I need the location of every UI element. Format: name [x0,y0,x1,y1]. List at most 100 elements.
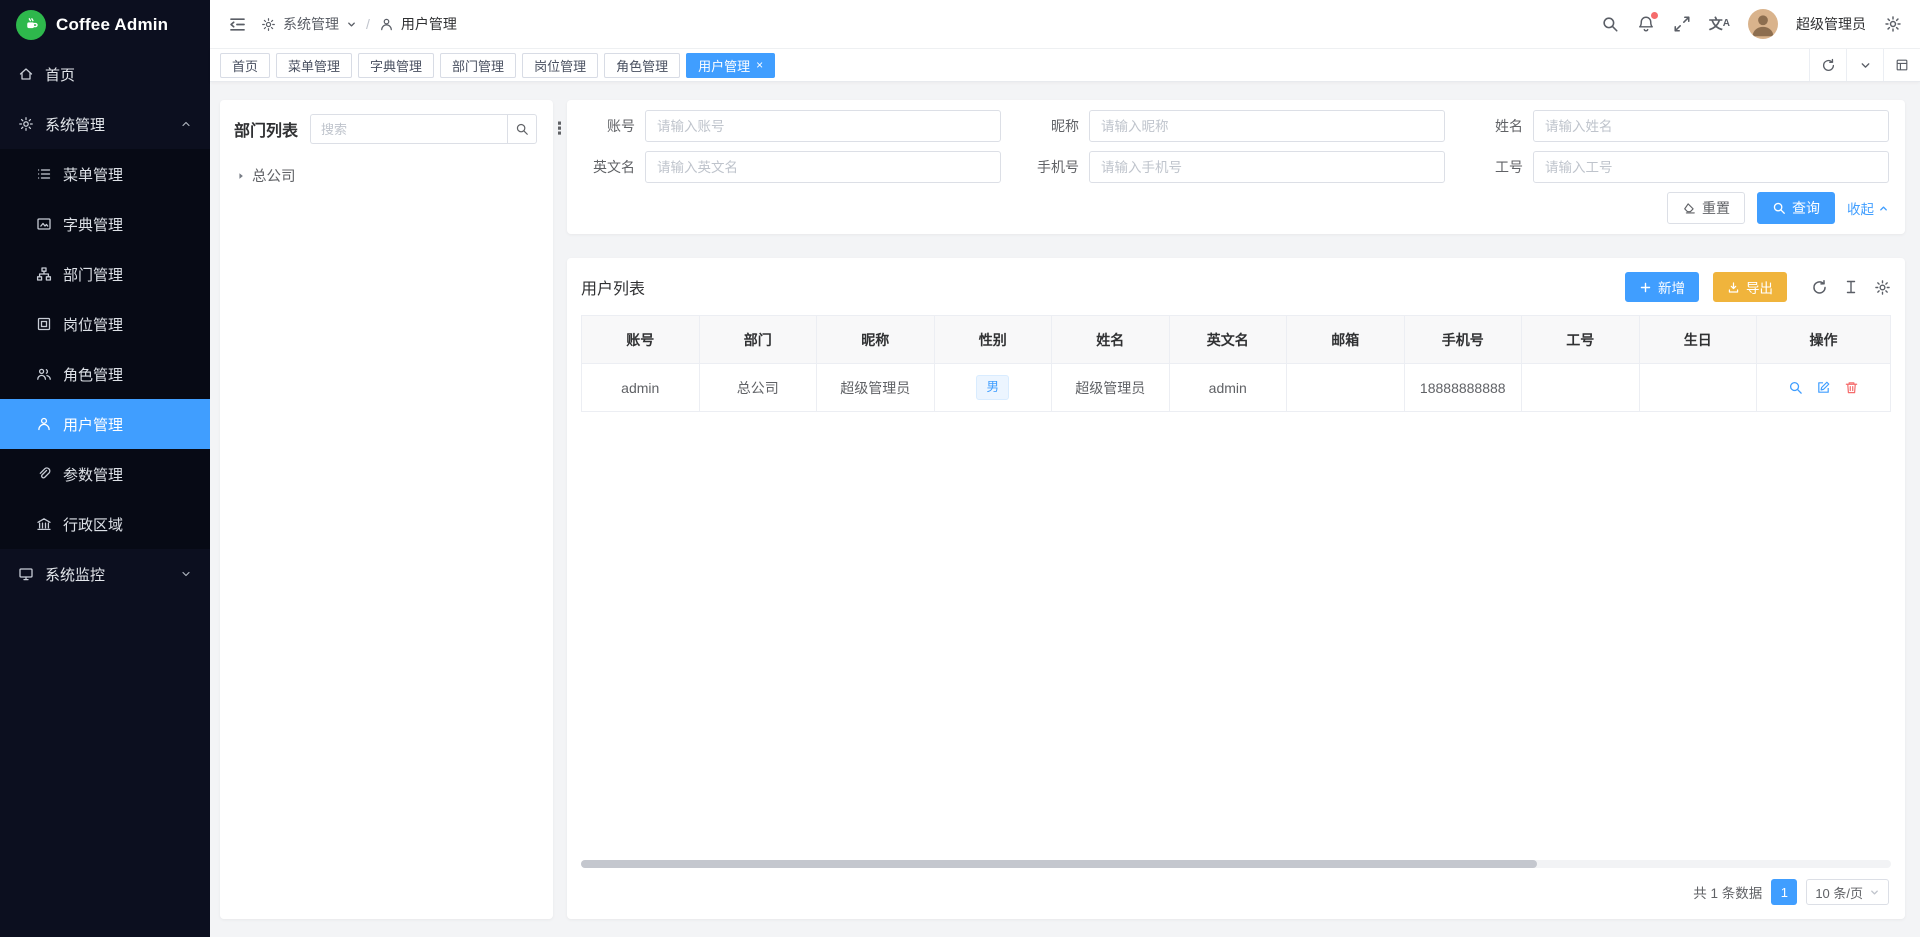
col-dept: 部门 [699,316,817,364]
export-button[interactable]: 导出 [1713,272,1787,302]
sidebar-item-label: 行政区域 [63,514,123,535]
name-input[interactable] [1533,110,1889,142]
sidebar-item-user-mgmt[interactable]: 用户管理 [0,399,210,449]
tab-menu-dropdown-button[interactable] [1846,49,1883,81]
collapse-form-link[interactable]: 收起 [1847,198,1889,218]
add-user-button[interactable]: 新增 [1625,272,1699,302]
page-number-button[interactable]: 1 [1771,879,1797,905]
form-actions: 重置 查询 收起 [583,192,1889,226]
refresh-table-button[interactable] [1811,279,1828,296]
en-name-input[interactable] [645,151,1001,183]
tab-role-mgmt[interactable]: 角色管理 [604,53,680,78]
breadcrumb-section[interactable]: 系统管理 [283,14,339,34]
field-label: 账号 [583,116,645,136]
tab-post-mgmt[interactable]: 岗位管理 [522,53,598,78]
app-logo[interactable]: Coffee Admin [0,0,210,49]
sidebar-group-monitor[interactable]: 系统监控 [0,549,210,599]
query-button[interactable]: 查询 [1757,192,1835,224]
tab-label: 角色管理 [616,56,668,75]
refresh-icon [1811,279,1828,296]
paperclip-icon [36,466,52,482]
breadcrumb-page: 用户管理 [401,14,457,34]
cell-name: 超级管理员 [1052,364,1170,412]
page-size-select[interactable]: 10 条/页 [1806,879,1889,905]
notifications-button[interactable] [1637,15,1655,33]
account-input[interactable] [645,110,1001,142]
work-no-input[interactable] [1533,151,1889,183]
department-search-input[interactable] [310,114,507,144]
refresh-tab-button[interactable] [1809,49,1846,81]
user-table-wrap: 账号 部门 昵称 性别 姓名 英文名 邮箱 手机号 工号 生日 操作 [581,315,1891,869]
cell-birthday [1639,364,1757,412]
language-switch-button[interactable]: 文A [1709,17,1730,31]
search-icon [1772,201,1786,215]
delete-row-button[interactable] [1844,380,1859,395]
gear-icon [1884,15,1902,33]
sidebar-item-param-mgmt[interactable]: 参数管理 [0,449,210,499]
search-icon [1601,15,1619,33]
row-operations [1763,380,1884,395]
caret-right-icon[interactable] [236,171,246,181]
scrollbar-thumb[interactable] [581,860,1537,868]
tab-tools [1809,49,1920,81]
user-list-header: 用户列表 新增 导出 [581,272,1891,302]
sidebar-item-post-mgmt[interactable]: 岗位管理 [0,299,210,349]
column-settings-button[interactable] [1843,279,1859,295]
chevron-up-icon [1878,203,1889,214]
collapse-sidebar-button[interactable] [228,15,247,34]
layout-toggle-button[interactable] [1883,49,1920,81]
collapse-label: 收起 [1847,198,1874,218]
col-en-name: 英文名 [1169,316,1287,364]
tab-menu-mgmt[interactable]: 菜单管理 [276,53,352,78]
reset-button[interactable]: 重置 [1667,192,1745,224]
sidebar-item-role-mgmt[interactable]: 角色管理 [0,349,210,399]
close-tab-icon[interactable]: × [756,59,763,71]
field-label: 昵称 [1027,116,1089,136]
global-search-button[interactable] [1601,15,1619,33]
tab-dept-mgmt[interactable]: 部门管理 [440,53,516,78]
download-icon [1727,281,1740,294]
department-search-button[interactable] [507,114,537,144]
edit-row-button[interactable] [1816,380,1831,395]
add-label: 新增 [1658,277,1685,297]
nickname-input[interactable] [1089,110,1445,142]
layout-icon [1895,58,1909,72]
current-username[interactable]: 超级管理员 [1796,14,1866,34]
form-row-2: 英文名 手机号 工号 [583,151,1889,183]
department-search-group [310,114,537,144]
sidebar-item-label: 字典管理 [63,214,123,235]
view-row-button[interactable] [1788,380,1803,395]
sidebar-group-system[interactable]: 系统管理 [0,99,210,149]
sidebar-item-home[interactable]: 首页 [0,49,210,99]
plus-icon [1639,281,1652,294]
tree-node-label: 总公司 [252,165,296,186]
field-work-no: 工号 [1471,151,1889,183]
col-phone: 手机号 [1404,316,1522,364]
fullscreen-button[interactable] [1673,15,1691,33]
sidebar-item-dict-mgmt[interactable]: 字典管理 [0,199,210,249]
tab-label: 部门管理 [452,56,504,75]
field-label: 工号 [1471,157,1533,177]
form-row-1: 账号 昵称 姓名 [583,110,1889,142]
tab-dict-mgmt[interactable]: 字典管理 [358,53,434,78]
list-icon [36,166,52,182]
view-icon [1788,380,1803,395]
phone-input[interactable] [1089,151,1445,183]
tree-node-root[interactable]: 总公司 [234,158,539,193]
table-row: admin 总公司 超级管理员 男 超级管理员 admin 1888888888… [582,364,1891,412]
tab-home[interactable]: 首页 [220,53,270,78]
sidebar-item-menu-mgmt[interactable]: 菜单管理 [0,149,210,199]
breadcrumb-separator: / [364,16,372,32]
avatar[interactable] [1748,9,1778,39]
cell-en-name: admin [1169,364,1287,412]
person-icon [379,17,394,32]
tab-label: 首页 [232,56,258,75]
sidebar-item-region[interactable]: 行政区域 [0,499,210,549]
sidebar-item-dept-mgmt[interactable]: 部门管理 [0,249,210,299]
refresh-icon [1821,58,1836,73]
settings-button[interactable] [1884,15,1902,33]
user-list-title: 用户列表 [581,275,645,299]
tab-user-mgmt[interactable]: 用户管理 × [686,53,775,78]
department-tree: 总公司 [234,158,539,193]
table-settings-button[interactable] [1874,279,1891,296]
